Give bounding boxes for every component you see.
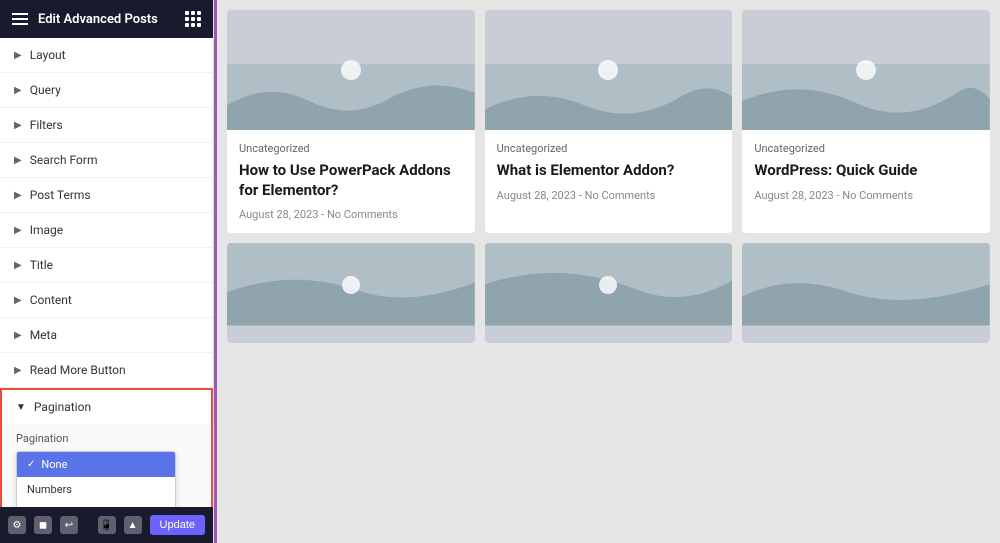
sidebar-item-label: Search Form — [30, 153, 98, 167]
sidebar-item-label: Content — [30, 293, 72, 307]
post-card-2: Uncategorized What is Elementor Addon? A… — [485, 10, 733, 233]
pagination-arrow-icon: ▼ — [16, 402, 26, 413]
sidebar-item-search-form[interactable]: ▶ Search Form — [0, 143, 213, 178]
grid-icon[interactable] — [185, 11, 201, 27]
pagination-dropdown[interactable]: ✓ None Numbers Numbers + Previous/Next L… — [16, 451, 176, 507]
post-thumbnail-3 — [742, 10, 990, 130]
arrow-icon: ▶ — [14, 85, 22, 96]
thumbnail-circle — [856, 60, 876, 80]
sidebar-item-read-more-button[interactable]: ▶ Read More Button — [0, 353, 213, 388]
sidebar-item-label: Query — [30, 83, 61, 97]
update-button[interactable]: Update — [150, 515, 205, 535]
arrow-icon: ▶ — [14, 155, 22, 166]
settings-icon[interactable]: ⚙ — [8, 516, 26, 534]
post-thumbnail-bottom-1 — [227, 243, 475, 343]
post-body-1: Uncategorized How to Use PowerPack Addon… — [227, 130, 475, 233]
mobile-icon[interactable]: 📱 — [98, 516, 116, 534]
hamburger-icon[interactable] — [12, 13, 28, 25]
post-title-2: What is Elementor Addon? — [497, 161, 721, 181]
thumbnail-circle — [342, 276, 360, 294]
sidebar-nav: ▶ Layout ▶ Query ▶ Filters ▶ Search Form… — [0, 38, 213, 507]
post-category-2: Uncategorized — [497, 142, 721, 155]
arrow-icon: ▶ — [14, 330, 22, 341]
post-thumbnail-bottom-3 — [742, 243, 990, 343]
post-card-bottom-3 — [742, 243, 990, 343]
check-icon: ✓ — [27, 459, 35, 470]
sidebar-item-label: Title — [30, 258, 53, 272]
pagination-header[interactable]: ▼ Pagination — [2, 390, 211, 424]
sidebar-item-label: Layout — [30, 48, 66, 62]
arrow-icon: ▶ — [14, 50, 22, 61]
option-label: Numbers — [27, 483, 72, 496]
sidebar-title: Edit Advanced Posts — [38, 12, 158, 27]
sidebar: Edit Advanced Posts ▶ Layout ▶ Query ▶ F… — [0, 0, 214, 543]
post-meta-1: August 28, 2023 - No Comments — [239, 208, 463, 221]
pagination-section: ▼ Pagination Pagination ✓ None Numbers — [0, 388, 213, 507]
arrow-icon: ▶ — [14, 120, 22, 131]
sidebar-item-label: Meta — [30, 328, 57, 342]
sidebar-item-label: Image — [30, 223, 63, 237]
thumbnail-circle — [598, 60, 618, 80]
sidebar-item-layout[interactable]: ▶ Layout — [0, 38, 213, 73]
sidebar-item-image[interactable]: ▶ Image — [0, 213, 213, 248]
arrow-icon: ▶ — [14, 190, 22, 201]
arrow-icon: ▶ — [14, 260, 22, 271]
post-card-1: Uncategorized How to Use PowerPack Addon… — [227, 10, 475, 233]
option-none[interactable]: ✓ None — [17, 452, 175, 477]
post-meta-3: August 28, 2023 - No Comments — [754, 189, 978, 202]
sidebar-item-filters[interactable]: ▶ Filters — [0, 108, 213, 143]
main-content: Uncategorized How to Use PowerPack Addon… — [214, 0, 1000, 543]
arrow-icon: ▶ — [14, 295, 22, 306]
post-meta-2: August 28, 2023 - No Comments — [497, 189, 721, 202]
pagination-section-label: Pagination — [34, 400, 91, 414]
post-thumbnail-2 — [485, 10, 733, 130]
sidebar-item-label: Read More Button — [30, 363, 126, 377]
layers-icon[interactable]: ◼ — [34, 516, 52, 534]
chevron-up-icon[interactable]: ▲ — [124, 516, 142, 534]
post-card-3: Uncategorized WordPress: Quick Guide Aug… — [742, 10, 990, 233]
option-numbers-prev-next[interactable]: Numbers + Previous/Next — [17, 502, 175, 507]
arrow-icon: ▶ — [14, 225, 22, 236]
post-category-1: Uncategorized — [239, 142, 463, 155]
undo-icon[interactable]: ↩ — [60, 516, 78, 534]
sidebar-item-title[interactable]: ▶ Title — [0, 248, 213, 283]
post-title-1: How to Use PowerPack Addons for Elemento… — [239, 161, 463, 200]
arrow-icon: ▶ — [14, 365, 22, 376]
sidebar-item-content[interactable]: ▶ Content — [0, 283, 213, 318]
post-category-3: Uncategorized — [754, 142, 978, 155]
thumbnail-circle — [599, 276, 617, 294]
sidebar-header: Edit Advanced Posts — [0, 0, 213, 38]
pagination-field-label: Pagination — [16, 432, 68, 445]
post-thumbnail-bottom-2 — [485, 243, 733, 343]
post-card-bottom-2 — [485, 243, 733, 343]
sidebar-footer: ⚙ ◼ ↩ 📱 ▲ Update — [0, 507, 213, 543]
sidebar-item-query[interactable]: ▶ Query — [0, 73, 213, 108]
option-numbers[interactable]: Numbers — [17, 477, 175, 502]
post-body-2: Uncategorized What is Elementor Addon? A… — [485, 130, 733, 214]
sidebar-item-post-terms[interactable]: ▶ Post Terms — [0, 178, 213, 213]
posts-grid-bottom — [227, 243, 990, 343]
pagination-row: Pagination — [16, 432, 197, 445]
footer-icons: ⚙ ◼ ↩ — [8, 516, 78, 534]
sidebar-header-left: Edit Advanced Posts — [12, 12, 158, 27]
post-thumbnail-1 — [227, 10, 475, 130]
option-label: None — [41, 458, 67, 471]
post-card-bottom-1 — [227, 243, 475, 343]
sidebar-item-label: Filters — [30, 118, 63, 132]
sidebar-item-label: Post Terms — [30, 188, 91, 202]
post-title-3: WordPress: Quick Guide — [754, 161, 978, 181]
post-body-3: Uncategorized WordPress: Quick Guide Aug… — [742, 130, 990, 214]
footer-right-icons: 📱 ▲ Update — [98, 515, 205, 535]
posts-grid: Uncategorized How to Use PowerPack Addon… — [227, 10, 990, 233]
thumbnail-circle — [341, 60, 361, 80]
pagination-content: Pagination ✓ None Numbers Numbers + Prev… — [2, 424, 211, 507]
sidebar-item-meta[interactable]: ▶ Meta — [0, 318, 213, 353]
